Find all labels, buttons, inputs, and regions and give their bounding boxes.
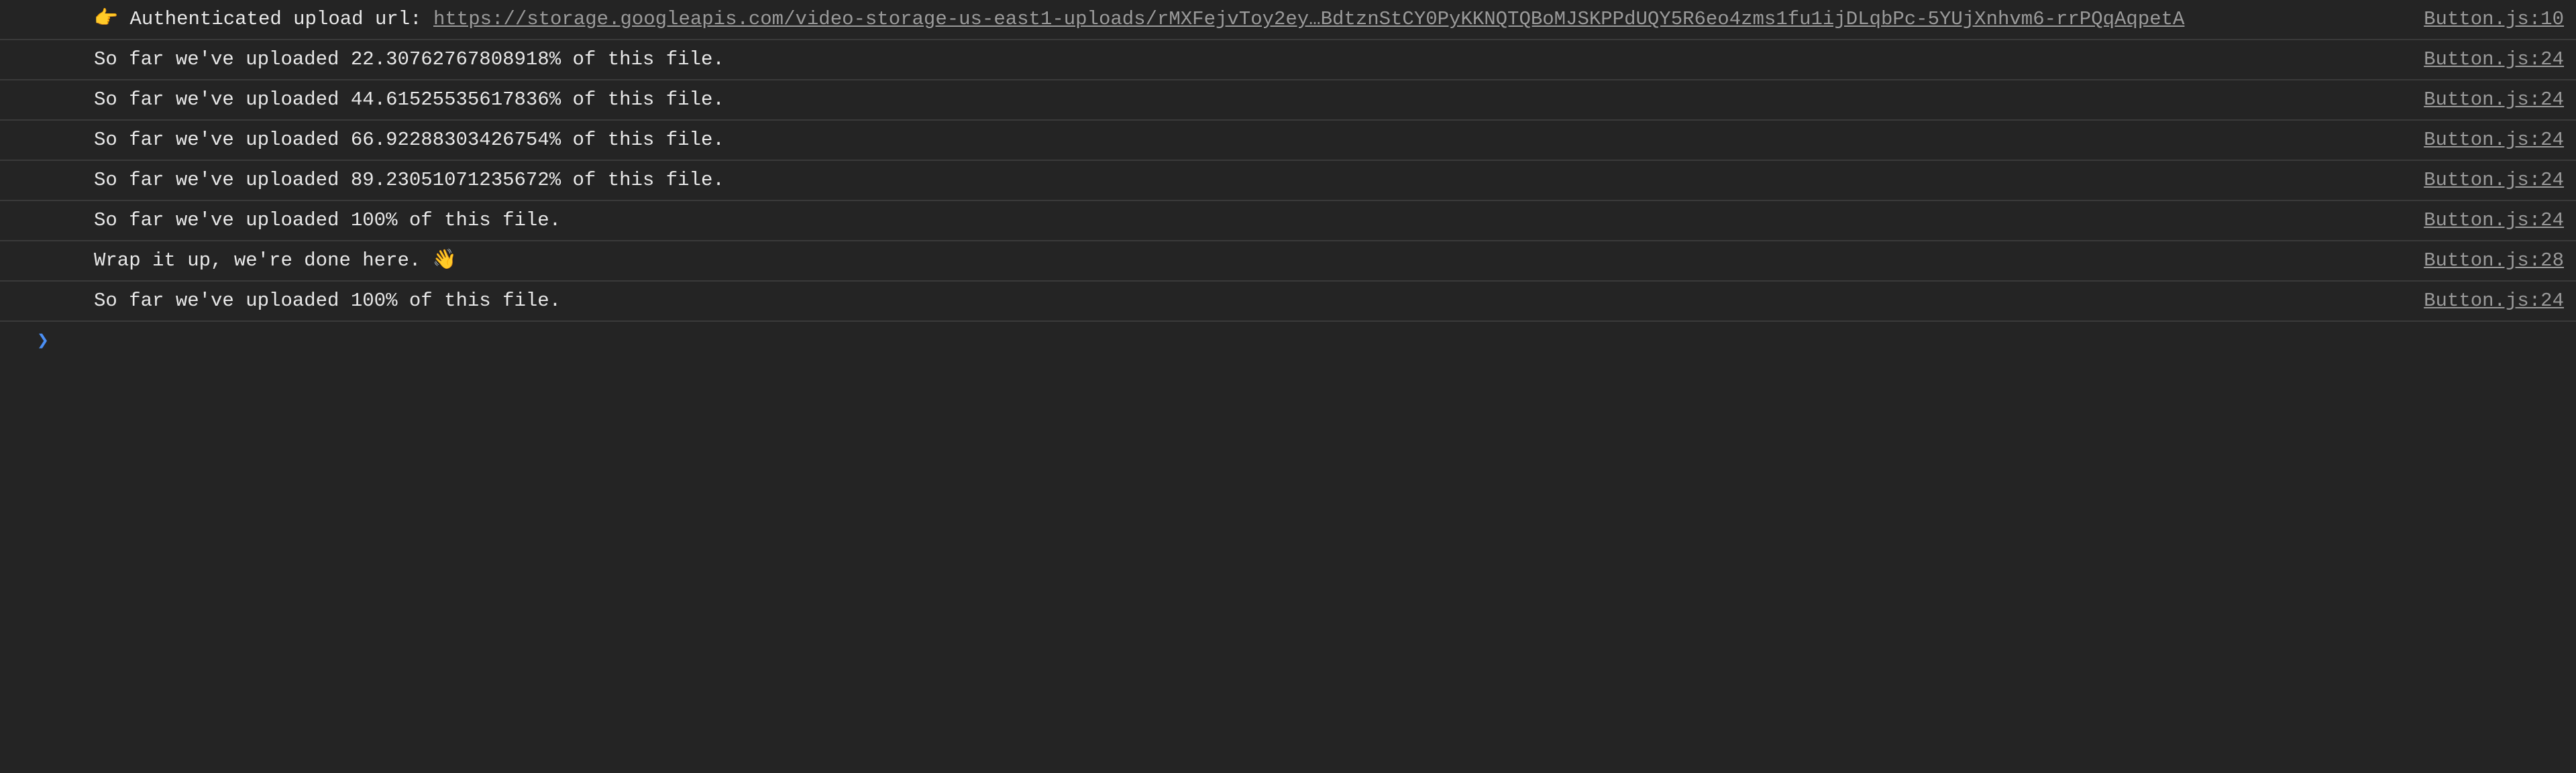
source-link[interactable]: Button.js:24: [2424, 86, 2564, 114]
log-message: So far we've uploaded 100% of this file.: [94, 206, 2424, 235]
log-message: So far we've uploaded 89.23051071235672%…: [94, 166, 2424, 194]
log-message: Wrap it up, we're done here. 👋: [94, 247, 2424, 275]
source-link[interactable]: Button.js:28: [2424, 247, 2564, 275]
console-log-entry: So far we've uploaded 66.92288303426754%…: [0, 121, 2576, 161]
log-message: 👉 Authenticated upload url: https://stor…: [94, 5, 2410, 34]
console-log-entry: So far we've uploaded 100% of this file.…: [0, 201, 2576, 241]
source-link[interactable]: Button.js:24: [2424, 287, 2564, 315]
chevron-right-icon: ❯: [37, 329, 49, 353]
source-link[interactable]: Button.js:10: [2410, 5, 2564, 34]
console-log-entry: So far we've uploaded 89.23051071235672%…: [0, 161, 2576, 201]
console-input-prompt[interactable]: ❯: [0, 322, 2576, 360]
source-link[interactable]: Button.js:24: [2424, 126, 2564, 154]
source-link[interactable]: Button.js:24: [2424, 166, 2564, 194]
console-log-entry: So far we've uploaded 44.61525535617836%…: [0, 80, 2576, 121]
upload-url-link[interactable]: https://storage.googleapis.com/video-sto…: [433, 8, 2184, 30]
console-log-entry: So far we've uploaded 22.30762767808918%…: [0, 40, 2576, 80]
source-link[interactable]: Button.js:24: [2424, 46, 2564, 74]
log-message: So far we've uploaded 66.92288303426754%…: [94, 126, 2424, 154]
source-link[interactable]: Button.js:24: [2424, 206, 2564, 235]
pointing-hand-icon: 👉: [94, 8, 118, 30]
log-message: So far we've uploaded 44.61525535617836%…: [94, 86, 2424, 114]
devtools-console: 👉 Authenticated upload url: https://stor…: [0, 0, 2576, 773]
console-log-entry: 👉 Authenticated upload url: https://stor…: [0, 0, 2576, 40]
log-message: So far we've uploaded 22.30762767808918%…: [94, 46, 2424, 74]
log-text: Wrap it up, we're done here. 👋: [94, 249, 457, 272]
log-text-prefix: Authenticated upload url:: [118, 8, 433, 30]
console-log-entry: So far we've uploaded 100% of this file.…: [0, 282, 2576, 322]
log-message: So far we've uploaded 100% of this file.: [94, 287, 2424, 315]
console-log-entry: Wrap it up, we're done here. 👋 Button.js…: [0, 241, 2576, 282]
